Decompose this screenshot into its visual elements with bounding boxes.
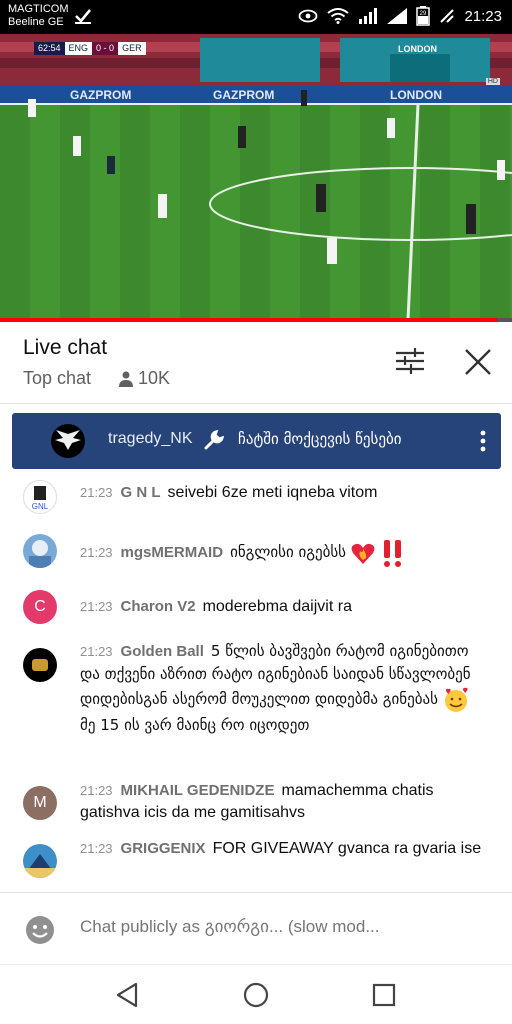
system-nav-bar <box>0 964 512 1024</box>
message-text: ინგლისი იგებსს <box>230 543 347 562</box>
hd-badge: HD <box>485 78 500 85</box>
person-icon <box>119 371 133 387</box>
message-time: 21:23 <box>80 644 113 659</box>
double-exclamation-icon <box>383 540 401 567</box>
message-author[interactable]: MIKHAIL GEDENIDZE <box>121 782 275 799</box>
viewer-count: 10K <box>119 368 170 389</box>
message-author[interactable]: Charon V2 <box>121 598 196 615</box>
message-author[interactable]: mgsMERMAID <box>121 544 224 561</box>
message-time: 21:23 <box>80 545 113 561</box>
gnl-logo-icon: GNL <box>32 486 49 511</box>
avatar[interactable]: GNL <box>23 480 57 514</box>
clock: 21:23 <box>464 7 502 25</box>
avatar <box>51 424 85 458</box>
ad-board-1: GAZPROM <box>70 88 132 102</box>
eye-icon <box>299 9 318 23</box>
carrier-name-secondary: Beeline GE <box>8 16 64 28</box>
svg-text:GNL: GNL <box>32 502 49 511</box>
pinned-author[interactable]: tragedy_NK <box>108 430 193 448</box>
more-options-icon[interactable] <box>478 429 488 453</box>
recents-icon[interactable] <box>370 981 398 1009</box>
video-frame <box>0 34 512 320</box>
message-text: FOR GIVEAWAY gvanca ra gvaria ise <box>212 840 482 857</box>
carrier-info: MAGTICOM Beeline GE <box>8 3 69 29</box>
message-text: moderebma daijvit ra <box>202 598 352 615</box>
avatar[interactable]: M <box>23 786 57 820</box>
message-time: 21:23 <box>80 841 113 856</box>
avatar[interactable] <box>23 534 57 568</box>
team-home: ENG <box>64 42 93 55</box>
match-score: 0 - 0 <box>92 42 119 55</box>
avatar-letter: M <box>33 794 47 811</box>
chat-title: Live chat <box>23 336 108 359</box>
signal-icon-2 <box>387 8 408 24</box>
team-away: GER <box>118 42 146 55</box>
video-player[interactable]: 62:54 ENG 0 - 0 GER GAZPROM GAZPROM LOND… <box>0 34 512 320</box>
message-text: seivebi 6ze meti iqneba vitom <box>167 484 378 501</box>
battery-saver-icon <box>440 9 455 23</box>
back-icon[interactable] <box>114 981 142 1009</box>
signal-icon <box>359 8 378 24</box>
avatar[interactable] <box>23 844 57 878</box>
message-author[interactable]: GRIGGENIX <box>121 840 206 857</box>
chat-message-input[interactable] <box>80 917 490 937</box>
smiling-face-with-hearts-icon <box>445 687 468 712</box>
avatar[interactable] <box>23 648 57 682</box>
ad-board-2: GAZPROM <box>213 88 275 102</box>
bird-logo-icon <box>55 430 81 450</box>
battery-icon: 29 <box>416 6 431 26</box>
scoreboard: 62:54 ENG 0 - 0 GER <box>34 42 146 55</box>
chat-input-bar <box>0 892 512 964</box>
chat-header: Live chat Top chat 10K <box>0 322 512 404</box>
close-icon[interactable] <box>460 344 496 380</box>
chat-mode-selector[interactable]: Top chat <box>23 368 91 389</box>
stand-sign: LONDON <box>398 44 437 54</box>
filter-settings-icon[interactable] <box>393 344 427 378</box>
message-author[interactable]: Golden Ball <box>121 643 204 660</box>
gold-badge-icon <box>32 659 48 671</box>
pinned-text: ჩატში მოქცევის წესები <box>238 430 402 448</box>
avatar-letter: C <box>34 598 46 615</box>
viewer-count-value: 10K <box>138 368 171 388</box>
message-author[interactable]: G N L <box>121 484 161 501</box>
status-bar: MAGTICOM Beeline GE 29 21:23 <box>0 0 512 34</box>
ad-board-3: LONDON <box>390 88 442 102</box>
message-time: 21:23 <box>80 485 113 500</box>
heart-on-fire-emoji-icon <box>352 543 375 564</box>
message-text-continued: მე 15 ის ვარ მაინც რო იცოდეთ <box>80 716 310 734</box>
mermaid-avatar-icon <box>29 540 51 568</box>
griggenix-avatar-icon <box>23 844 57 878</box>
match-time: 62:54 <box>34 42 65 55</box>
message-time: 21:23 <box>80 599 113 614</box>
battery-level: 29 <box>420 11 427 17</box>
moderator-wrench-icon <box>204 429 225 450</box>
chat-messages[interactable]: GNL 21:23 G N L seivebi 6ze meti iqneba vi… <box>0 470 512 892</box>
wifi-icon <box>327 8 350 24</box>
home-icon[interactable] <box>242 981 270 1009</box>
carrier-name: MAGTICOM <box>8 3 69 15</box>
emoji-picker-icon[interactable] <box>25 915 55 945</box>
message-time: 21:23 <box>80 783 113 798</box>
pinned-message[interactable]: tragedy_NK ჩატში მოქცევის წესები <box>12 413 501 469</box>
check-icon <box>75 9 92 24</box>
avatar[interactable]: C <box>23 590 57 624</box>
